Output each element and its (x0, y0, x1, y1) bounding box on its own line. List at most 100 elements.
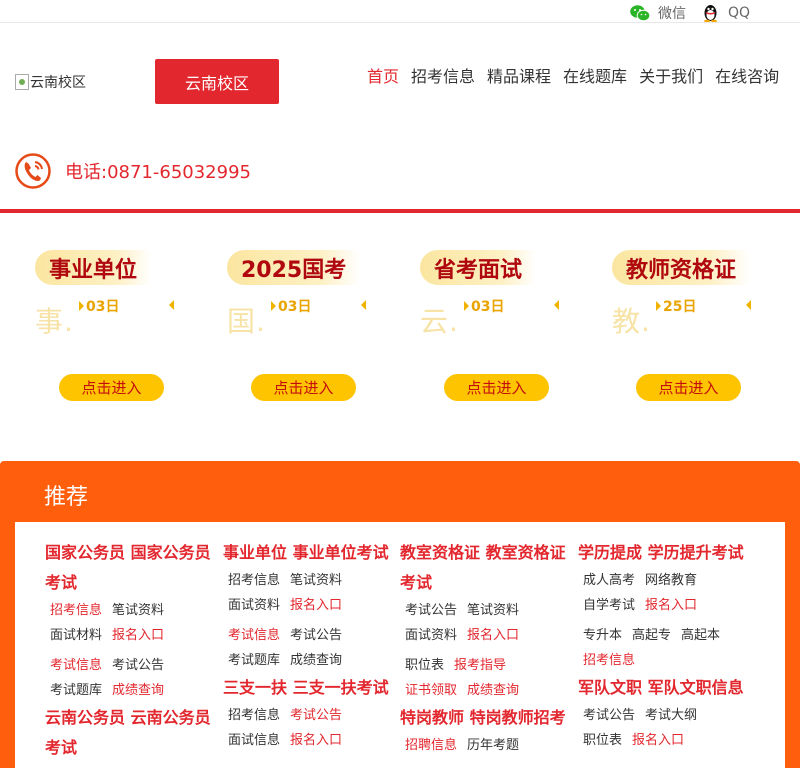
link-row: 招考信息 笔试资料 (223, 568, 393, 593)
nav-item-consult[interactable]: 在线咨询 (715, 63, 779, 87)
category-title[interactable]: 事业单位 事业单位考试 (223, 538, 393, 568)
recommend-column: 教室资格证 教室资格证考试 考试公告 笔试资料 面试资料 报名入口 职位表 报考指导 证书领取… (400, 538, 570, 758)
link-row: 考试题库 成绩查询 (223, 648, 393, 673)
category-link[interactable]: 考试题库 (228, 648, 280, 673)
link-row: 证书领取 成绩查询 (400, 678, 570, 703)
category-link[interactable]: 自学考试 (583, 593, 635, 618)
main-nav: 首页 招考信息 精品课程 在线题库 关于我们 在线咨询 (367, 63, 779, 87)
category-link[interactable]: 笔试资料 (467, 598, 519, 623)
link-row: 专升本 高起专 高起本 (578, 623, 748, 648)
card-title: 省考面试 (420, 250, 537, 285)
category-link[interactable]: 考试公告 (290, 703, 342, 728)
countdown-days: 25日 (663, 299, 697, 315)
category-link[interactable]: 专升本 (583, 623, 622, 648)
category-link[interactable]: 报名入口 (467, 623, 519, 648)
arrow-right-icon (656, 301, 661, 311)
countdown: 03日 (271, 296, 311, 316)
category-link[interactable]: 报名入口 (112, 623, 164, 648)
category-link[interactable]: 考试大纲 (645, 703, 697, 728)
link-row: 考试公告 笔试资料 (400, 598, 570, 623)
nav-item-home[interactable]: 首页 (367, 63, 399, 87)
category-link[interactable]: 考试信息 (50, 653, 102, 678)
category-link[interactable]: 招考信息 (50, 598, 102, 623)
wechat-link[interactable]: 微信 (630, 3, 686, 23)
category-link[interactable]: 网络教育 (645, 568, 697, 593)
category-link[interactable]: 招考信息 (228, 568, 280, 593)
category-link[interactable]: 面试材料 (50, 623, 102, 648)
category-title[interactable]: 国家公务员 国家公务员考试 (45, 538, 215, 598)
nav-item-about[interactable]: 关于我们 (639, 63, 703, 87)
category-link[interactable]: 高起专 (632, 623, 671, 648)
category-link[interactable]: 证书领取 (405, 678, 457, 703)
category-link[interactable]: 考试公告 (290, 623, 342, 648)
category-link[interactable]: 笔试资料 (112, 598, 164, 623)
qq-penguin-icon (704, 5, 717, 22)
wechat-label: 微信 (658, 6, 686, 22)
category-link[interactable]: 报名入口 (645, 593, 697, 618)
category-link[interactable]: 考试公告 (405, 598, 457, 623)
category-title[interactable]: 军队文职 军队文职信息 (578, 673, 748, 703)
category-link[interactable]: 成人高考 (583, 568, 635, 593)
enter-button[interactable]: 点击进入 (444, 374, 549, 401)
card-title: 事业单位 (35, 250, 152, 285)
category-title[interactable]: 教室资格证 教室资格证考试 (400, 538, 570, 598)
link-row: 考试信息 考试公告 (223, 623, 393, 648)
category-link[interactable]: 面试资料 (405, 623, 457, 648)
countdown: 25日 (656, 296, 696, 316)
site-logo[interactable]: 云南校区 (15, 72, 86, 92)
category-link[interactable]: 历年考题 (467, 733, 519, 758)
category-link[interactable]: 成绩查询 (467, 678, 519, 703)
category-link[interactable]: 笔试资料 (290, 568, 342, 593)
category-link[interactable]: 高起本 (681, 623, 720, 648)
category-link[interactable]: 成绩查询 (290, 648, 342, 673)
enter-button[interactable]: 点击进入 (636, 374, 741, 401)
link-row: 成人高考 网络教育 (578, 568, 748, 593)
category-link[interactable]: 报名入口 (290, 593, 342, 618)
nav-item-recruit-info[interactable]: 招考信息 (411, 63, 475, 87)
category-link[interactable]: 招聘信息 (405, 733, 457, 758)
countdown-days: 03日 (86, 299, 120, 315)
category-title[interactable]: 特岗教师 特岗教师招考 (400, 703, 570, 733)
arrow-right-icon (464, 301, 469, 311)
nav-item-question-bank[interactable]: 在线题库 (563, 63, 627, 87)
enter-button[interactable]: 点击进入 (59, 374, 164, 401)
link-row: 面试资料 报名入口 (400, 623, 570, 648)
link-row: 考试信息 考试公告 (45, 653, 215, 678)
category-link[interactable]: 职位表 (583, 728, 622, 753)
nav-item-courses[interactable]: 精品课程 (487, 63, 551, 87)
category-link[interactable]: 面试信息 (228, 728, 280, 753)
category-title[interactable]: 三支一扶 三支一扶考试 (223, 673, 393, 703)
category-link[interactable]: 考试公告 (583, 703, 635, 728)
category-link[interactable]: 面试资料 (228, 593, 280, 618)
wechat-icon (630, 4, 650, 21)
enter-button[interactable]: 点击进入 (251, 374, 356, 401)
category-link[interactable]: 考试题库 (50, 678, 102, 703)
countdown: 03日 (79, 296, 119, 316)
card-ghost-text: 教. (612, 305, 651, 338)
phone-contact: 电话:0871-65032995 (15, 152, 251, 190)
category-link[interactable]: 招考信息 (228, 703, 280, 728)
qq-link[interactable]: QQ (702, 3, 750, 22)
category-link[interactable]: 考试信息 (228, 623, 280, 648)
broken-image-icon (15, 74, 29, 90)
recommend-title: 推荐 (44, 485, 89, 510)
category-title[interactable]: 学历提成 学历提升考试 (578, 538, 748, 568)
top-utility-bar: 微信 QQ (0, 0, 800, 23)
category-link[interactable]: 成绩查询 (112, 678, 164, 703)
exam-card-teacher-cert: 教师资格证 教. 25日 点击进入 (612, 250, 772, 410)
exam-card-provincial-interview: 省考面试 云. 03日 点击进入 (420, 250, 580, 410)
recommend-column: 事业单位 事业单位考试 招考信息 笔试资料 面试资料 报名入口 考试信息 考试公告 考试题库成… (223, 538, 393, 753)
category-link[interactable]: 报名入口 (632, 728, 684, 753)
campus-button[interactable]: 云南校区 (155, 59, 279, 104)
category-link[interactable]: 招考信息 (583, 648, 635, 673)
category-link[interactable]: 职位表 (405, 653, 444, 678)
link-row: 招聘信息 历年考题 (400, 733, 570, 758)
link-row: 面试材料 报名入口 (45, 623, 215, 648)
category-title[interactable]: 云南公务员 云南公务员考试 (45, 703, 215, 763)
category-link[interactable]: 报考指导 (454, 653, 506, 678)
card-title: 2025国考 (227, 250, 361, 285)
category-link[interactable]: 报名入口 (290, 728, 342, 753)
category-link[interactable]: 考试公告 (112, 653, 164, 678)
countdown-days: 03日 (278, 299, 312, 315)
countdown: 03日 (464, 296, 504, 316)
